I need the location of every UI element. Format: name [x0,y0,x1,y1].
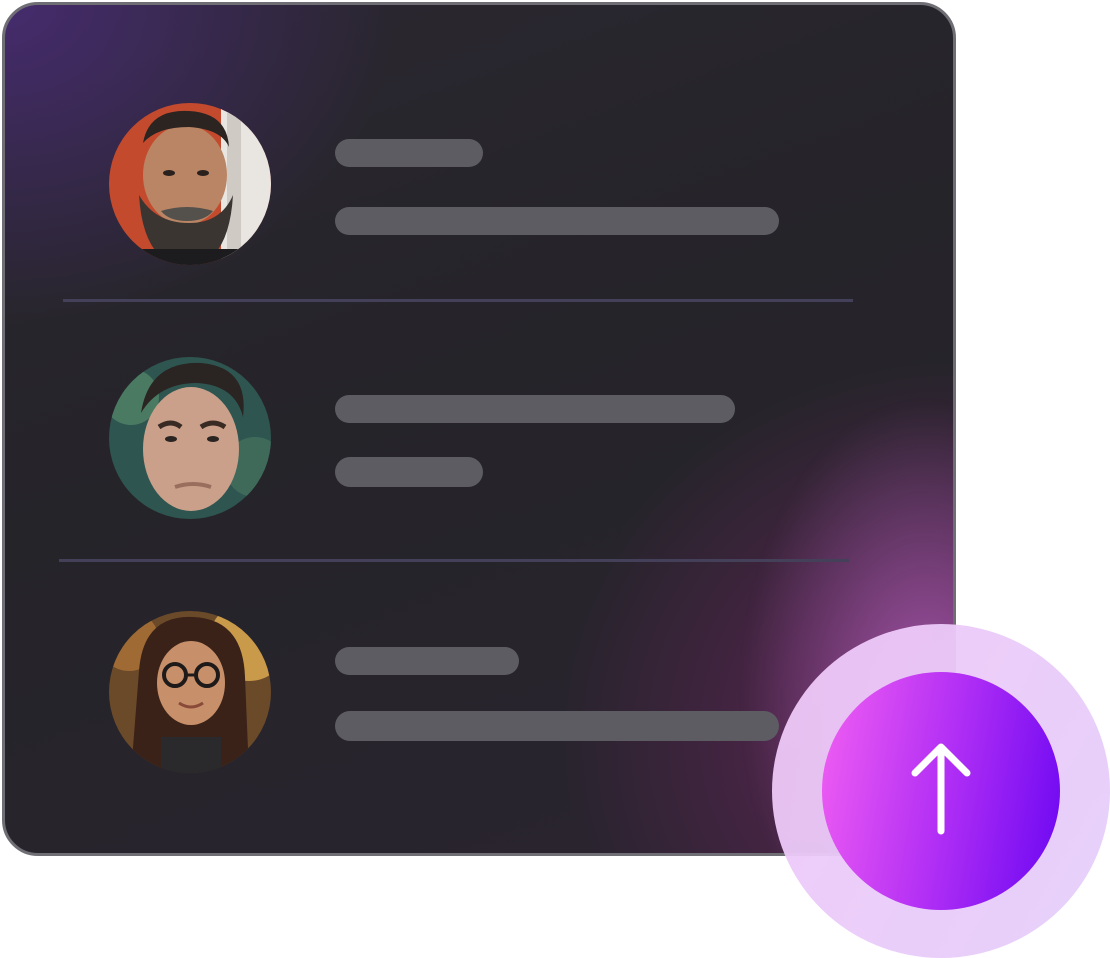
arrow-up-icon [910,739,972,844]
upload-contacts-illustration [0,0,1110,958]
person-man-avatar [109,357,271,519]
person-woman-glasses-avatar [109,611,271,773]
contact-detail-placeholder [335,457,483,487]
contact-detail-placeholder [335,711,779,741]
person-bearded-avatar [109,103,271,265]
contact-name-placeholder [335,647,519,675]
contact-name-placeholder [335,395,735,423]
contact-detail-placeholder [335,207,779,235]
row-divider [59,559,849,562]
row-divider [63,299,853,302]
upload-button[interactable] [822,672,1060,910]
contact-name-placeholder [335,139,483,167]
